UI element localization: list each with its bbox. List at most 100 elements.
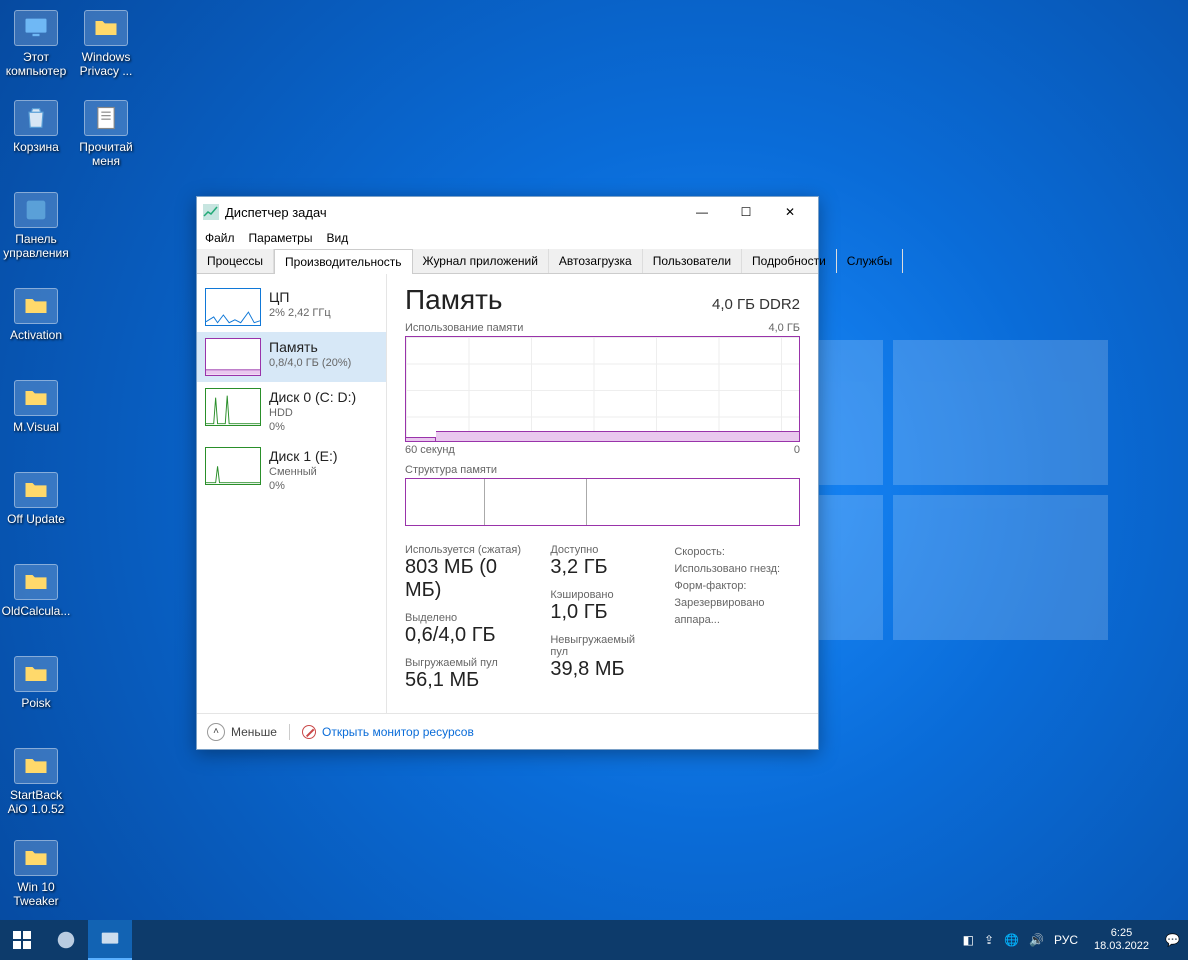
desktop-icon-winprivacy[interactable]: Windows Privacy ...	[70, 10, 142, 78]
tab-users[interactable]: Пользователи	[643, 249, 742, 273]
sidebar-memory-title: Память	[269, 338, 351, 356]
tray-network-icon[interactable]: 🌐	[1004, 933, 1019, 947]
desktop-icon-poisk[interactable]: Poisk	[0, 656, 72, 710]
stat-cached-label: Кэшировано	[550, 589, 650, 601]
memory-total: 4,0 ГБ DDR2	[712, 296, 800, 313]
memory-heading: Память	[405, 284, 503, 316]
tray-volume-icon[interactable]: 🔊	[1029, 933, 1044, 947]
desktop-icon-control-panel[interactable]: Панель управления	[0, 192, 72, 260]
minimize-button[interactable]: —	[680, 197, 724, 227]
taskbar-clock[interactable]: 6:25 18.03.2022	[1088, 927, 1155, 953]
cpu-thumb	[205, 288, 261, 326]
detail-form: Форм-фактор:	[674, 578, 800, 595]
system-tray: ◧ ⇪ 🌐 🔊 РУС 6:25 18.03.2022 💬	[955, 927, 1188, 953]
desktop-icon-startback[interactable]: StartBack AiO 1.0.52	[0, 748, 72, 816]
desktop-icon-activation[interactable]: Activation	[0, 288, 72, 342]
window-footer: ˄ Меньше Открыть монитор ресурсов	[197, 713, 818, 749]
tray-notifications-icon[interactable]: 💬	[1165, 933, 1180, 947]
sidebar-item-memory[interactable]: Память 0,8/4,0 ГБ (20%)	[197, 332, 386, 382]
axis-right: 0	[794, 444, 800, 456]
folder-icon	[14, 656, 58, 692]
tray-icon-1[interactable]: ◧	[963, 933, 974, 947]
sidebar-cpu-sub: 2% 2,42 ГГц	[269, 306, 331, 320]
sidebar-disk1-title: Диск 1 (E:)	[269, 447, 338, 465]
folder-icon	[14, 748, 58, 784]
desktop-icon-recycle-bin[interactable]: Корзина	[0, 100, 72, 154]
tab-apphistory[interactable]: Журнал приложений	[413, 249, 549, 273]
taskbar: ◧ ⇪ 🌐 🔊 РУС 6:25 18.03.2022 💬	[0, 920, 1188, 960]
performance-sidebar: ЦП 2% 2,42 ГГц Память 0,8/4,0 ГБ (20%)	[197, 274, 387, 713]
disk1-thumb	[205, 447, 261, 485]
maximize-button[interactable]: ☐	[724, 197, 768, 227]
tab-services[interactable]: Службы	[837, 249, 903, 273]
titlebar[interactable]: Диспетчер задач — ☐ ✕	[197, 197, 818, 227]
memory-usage-chart	[405, 336, 800, 442]
icon-label: Прочитай меня	[70, 140, 142, 168]
memory-thumb	[205, 338, 261, 376]
start-button[interactable]	[0, 920, 44, 960]
folder-icon	[14, 840, 58, 876]
folder-icon	[14, 564, 58, 600]
fewer-label: Меньше	[231, 725, 277, 739]
icon-label: Панель управления	[0, 232, 72, 260]
icon-label: Корзина	[0, 140, 72, 154]
detail-slots: Использовано гнезд:	[674, 561, 800, 578]
desktop-icon-readme[interactable]: Прочитай меня	[70, 100, 142, 168]
menu-options[interactable]: Параметры	[249, 231, 313, 245]
sidebar-item-cpu[interactable]: ЦП 2% 2,42 ГГц	[197, 282, 386, 332]
window-controls: — ☐ ✕	[680, 197, 812, 227]
tray-language[interactable]: РУС	[1054, 933, 1078, 947]
menubar: Файл Параметры Вид	[197, 227, 818, 249]
desktop-icon-oldcalc[interactable]: OldCalcula...	[0, 564, 72, 618]
disk0-thumb	[205, 388, 261, 426]
usage-max: 4,0 ГБ	[768, 322, 800, 334]
tab-processes[interactable]: Процессы	[197, 249, 274, 273]
desktop-icon-win10tweaker[interactable]: Win 10 Tweaker	[0, 840, 72, 908]
icon-label: Activation	[0, 328, 72, 342]
tab-details[interactable]: Подробности	[742, 249, 837, 273]
content-area: ЦП 2% 2,42 ГГц Память 0,8/4,0 ГБ (20%)	[197, 274, 818, 713]
desktop-icon-this-pc[interactable]: Этот компьютер	[0, 10, 72, 78]
stat-paged-value: 56,1 МБ	[405, 669, 526, 692]
menu-file[interactable]: Файл	[205, 231, 235, 245]
sidebar-item-disk0[interactable]: Диск 0 (C: D:) HDD 0%	[197, 382, 386, 441]
icon-label: Win 10 Tweaker	[0, 880, 72, 908]
folder-icon	[14, 288, 58, 324]
menu-view[interactable]: Вид	[326, 231, 348, 245]
sidebar-item-disk1[interactable]: Диск 1 (E:) Сменный 0%	[197, 441, 386, 500]
sidebar-disk0-title: Диск 0 (C: D:)	[269, 388, 356, 406]
icon-label: OldCalcula...	[0, 604, 72, 618]
stat-nonpaged-label: Невыгружаемый пул	[550, 634, 650, 658]
performance-detail: Память 4,0 ГБ DDR2 Использование памяти …	[387, 274, 818, 713]
sidebar-memory-sub: 0,8/4,0 ГБ (20%)	[269, 356, 351, 370]
sidebar-cpu-title: ЦП	[269, 288, 331, 306]
tray-usb-icon[interactable]: ⇪	[984, 933, 994, 947]
icon-label: M.Visual	[0, 420, 72, 434]
desktop-icon-offupdate[interactable]: Off Update	[0, 472, 72, 526]
icon-label: Этот компьютер	[0, 50, 72, 78]
tabstrip: Процессы Производительность Журнал прило…	[197, 249, 818, 274]
folder-icon	[14, 380, 58, 416]
stat-paged-label: Выгружаемый пул	[405, 657, 526, 669]
memory-structure-bar	[405, 478, 800, 526]
tab-startup[interactable]: Автозагрузка	[549, 249, 643, 273]
tab-performance[interactable]: Производительность	[274, 249, 412, 274]
stat-used-value: 803 МБ (0 МБ)	[405, 556, 526, 602]
taskbar-app-1[interactable]	[44, 920, 88, 960]
desktop-icon-mvisual[interactable]: M.Visual	[0, 380, 72, 434]
taskbar-app-taskmgr[interactable]	[88, 920, 132, 960]
text-file-icon	[84, 100, 128, 136]
recycle-icon	[14, 100, 58, 136]
clock-date: 18.03.2022	[1094, 940, 1149, 953]
close-button[interactable]: ✕	[768, 197, 812, 227]
detail-speed: Скорость:	[674, 544, 800, 561]
icon-label: Poisk	[0, 696, 72, 710]
fewer-details-button[interactable]: ˄ Меньше	[207, 723, 277, 741]
shield-icon	[84, 10, 128, 46]
open-resource-monitor-link[interactable]: Открыть монитор ресурсов	[302, 725, 474, 739]
sidebar-disk0-sub1: HDD	[269, 406, 356, 420]
sidebar-disk1-sub2: 0%	[269, 479, 338, 493]
memory-structure-label: Структура памяти	[405, 464, 800, 476]
icon-label: Off Update	[0, 512, 72, 526]
chevron-up-icon: ˄	[207, 723, 225, 741]
